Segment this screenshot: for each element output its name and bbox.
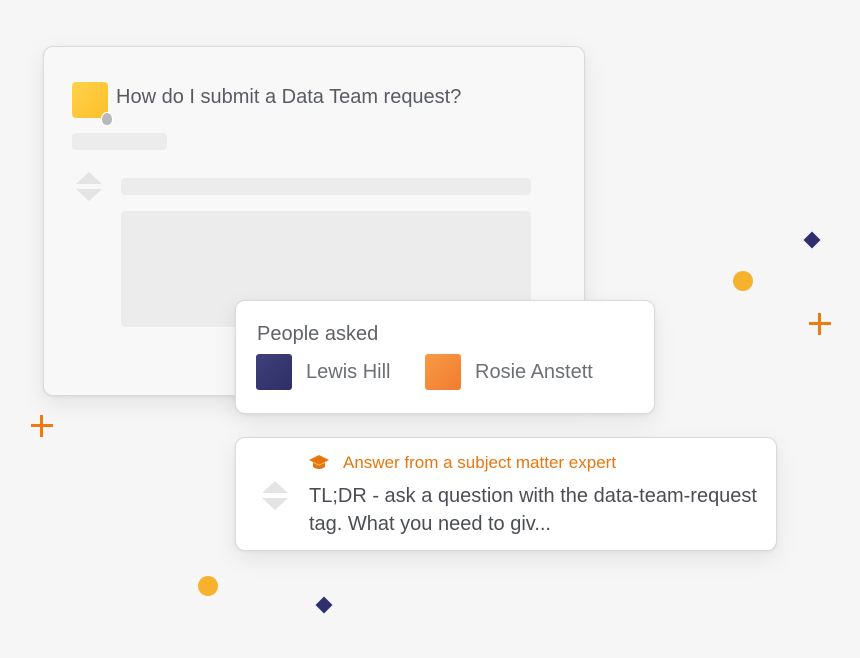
person-name: Rosie Anstett [475, 360, 593, 383]
avatar [425, 354, 461, 390]
avatar [256, 354, 292, 390]
answer-excerpt[interactable]: TL;DR - ask a question with the data-tea… [309, 482, 759, 538]
people-asked-card: People asked Lewis Hill Rosie Anstett [235, 300, 655, 414]
person-item[interactable]: Rosie Anstett [425, 354, 593, 390]
expert-answer-label: Answer from a subject matter expert [309, 453, 616, 473]
shield-badge-icon [101, 112, 113, 126]
graduation-cap-icon [309, 454, 329, 472]
placeholder-meta [72, 133, 167, 150]
diamond-decoration [803, 231, 821, 249]
downvote-icon[interactable] [262, 498, 288, 510]
plus-decoration-icon [31, 415, 53, 437]
expert-answer-label-text: Answer from a subject matter expert [343, 453, 617, 472]
dot-decoration [733, 271, 753, 291]
question-title[interactable]: How do I submit a Data Team request? [116, 86, 461, 109]
person-item[interactable]: Lewis Hill [256, 354, 390, 390]
plus-decoration-icon [809, 313, 831, 335]
vote-control [76, 172, 106, 201]
answer-card[interactable]: Answer from a subject matter expert TL;D… [235, 437, 777, 551]
person-name: Lewis Hill [306, 360, 391, 383]
downvote-icon[interactable] [76, 189, 102, 201]
vote-control [262, 481, 292, 510]
people-asked-title: People asked [257, 323, 379, 345]
dot-decoration [198, 576, 218, 596]
diamond-decoration [315, 596, 333, 614]
upvote-icon[interactable] [262, 481, 288, 493]
upvote-icon[interactable] [76, 172, 102, 184]
placeholder-answer-title [121, 178, 531, 195]
